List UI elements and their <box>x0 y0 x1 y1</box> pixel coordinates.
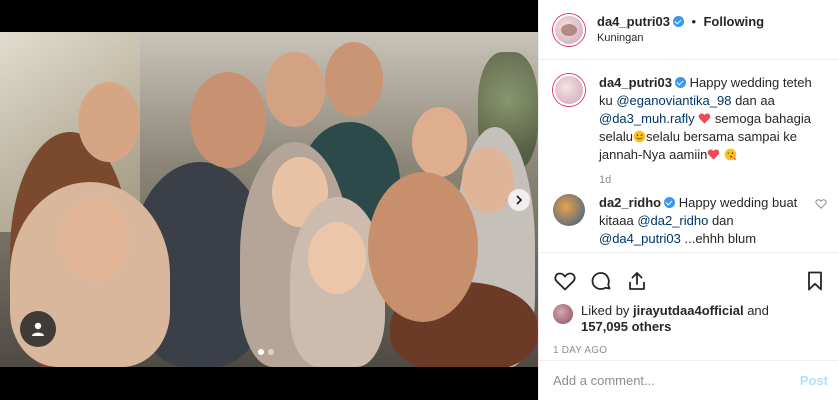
likes-summary: Liked by jirayutdaa4official and 157,095… <box>553 303 827 335</box>
comment-item: da2_ridho Happy wedding buat kitaaa @da2… <box>553 194 827 248</box>
avatar[interactable] <box>553 194 585 226</box>
caption-comment: da4_putri03 Happy wedding teteh ku @egan… <box>553 74 827 164</box>
person-face <box>368 172 478 322</box>
chevron-right-icon <box>516 195 523 205</box>
likes-prefix: Liked by <box>581 303 634 318</box>
carousel-dot <box>268 349 274 355</box>
user-tag-button[interactable] <box>20 311 56 347</box>
bookmark-icon[interactable] <box>803 269 827 293</box>
liker-username[interactable]: jirayutdaa4official <box>633 303 744 318</box>
red-heart-emoji-icon <box>698 113 711 124</box>
caption-text: dan aa <box>731 93 775 108</box>
comment-like-heart-icon[interactable] <box>815 198 827 210</box>
header-username[interactable]: da4_putri03 <box>597 14 670 29</box>
person-face <box>412 107 467 177</box>
header-meta: da4_putri03 • Following Kuningan <box>597 14 764 46</box>
heart-icon[interactable] <box>553 269 577 293</box>
user-tag-icon <box>32 322 44 336</box>
comment-icon[interactable] <box>589 269 613 293</box>
red-heart-emoji-icon <box>708 149 720 160</box>
post-media <box>0 0 538 400</box>
face-blowing-kiss-emoji-icon <box>724 148 737 161</box>
post-header: da4_putri03 • Following Kuningan <box>539 0 839 60</box>
smiling-face-emoji-icon <box>633 130 646 143</box>
location-link[interactable]: Kuningan <box>597 30 764 46</box>
caption-body: da4_putri03 Happy wedding teteh ku @egan… <box>599 74 827 164</box>
person-face <box>308 222 366 294</box>
caption-timestamp: 1d <box>599 174 612 186</box>
likes-middle: and <box>743 303 769 318</box>
likes-count[interactable]: 157,095 others <box>581 319 671 334</box>
person-face <box>78 82 140 162</box>
verified-icon <box>672 15 684 27</box>
comments-list[interactable]: da4_putri03 Happy wedding teteh ku @egan… <box>539 60 839 252</box>
separator: • <box>691 13 696 29</box>
comment-text: ...ehhh blum <box>680 231 757 246</box>
person-face <box>60 197 130 282</box>
person-face <box>265 52 325 127</box>
mention-link[interactable]: @da3_muh.rafly <box>599 111 695 126</box>
verified-icon <box>664 197 676 208</box>
likes-text: Liked by jirayutdaa4official and 157,095… <box>581 303 769 335</box>
carousel-dot-active <box>258 349 264 355</box>
carousel-indicator <box>258 349 274 355</box>
mention-link[interactable]: @eganoviantika_98 <box>616 93 731 108</box>
caption-username[interactable]: da4_putri03 <box>599 75 672 90</box>
mention-link[interactable]: @da2_ridho <box>637 213 708 228</box>
person-face <box>325 42 383 117</box>
comment-text: dan <box>708 213 734 228</box>
comment-input[interactable] <box>553 373 800 388</box>
person-face <box>190 72 266 168</box>
comment-username[interactable]: da2_ridho <box>599 195 661 210</box>
post-date[interactable]: 1 DAY AGO <box>553 345 827 356</box>
mention-link[interactable]: @da4_putri03 <box>599 231 681 246</box>
avatar[interactable] <box>553 13 585 46</box>
share-icon[interactable] <box>625 269 649 293</box>
post-photo[interactable] <box>0 32 538 367</box>
following-button[interactable]: Following <box>703 14 764 29</box>
action-icons <box>553 261 827 301</box>
person-face <box>462 147 514 213</box>
comment-body: da2_ridho Happy wedding buat kitaaa @da2… <box>599 194 809 248</box>
post-comment-button[interactable]: Post <box>800 373 828 388</box>
post-panel: da4_putri03 • Following Kuningan da4_put… <box>538 0 839 400</box>
avatar[interactable] <box>553 304 573 324</box>
carousel-next-button[interactable] <box>508 189 530 211</box>
avatar[interactable] <box>553 74 585 106</box>
verified-icon <box>674 77 686 88</box>
add-comment-bar: Post <box>539 360 839 400</box>
